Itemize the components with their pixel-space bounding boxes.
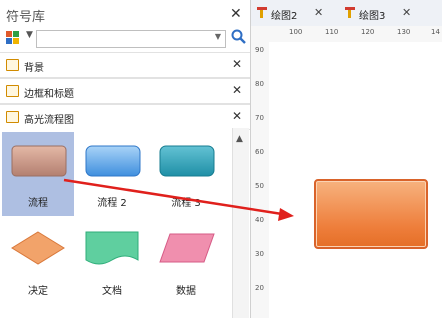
shape-label: 文档 <box>102 286 122 297</box>
category-background[interactable]: 背景 ✕ <box>0 52 250 78</box>
tab-close-button[interactable]: ✕ <box>314 6 323 19</box>
library-scrollbar[interactable]: ▲ <box>232 128 249 318</box>
tab-close-button[interactable]: ✕ <box>402 6 411 19</box>
drawing-icon <box>257 7 267 18</box>
ruler-tick: 120 <box>361 28 375 36</box>
drawing-canvas[interactable] <box>269 42 442 318</box>
symbol-library-panel: 符号库 ✕ ▼ ▼ 背景 ✕ 边框和标题 ✕ 高光流程图 ✕ 流程 流程 2 流… <box>0 0 251 318</box>
tab-label: 绘图3 <box>359 11 386 22</box>
ruler-tick: 80 <box>255 80 264 88</box>
document-shape-preview <box>85 231 139 265</box>
shape-label: 数据 <box>176 286 196 297</box>
document-tabs: 绘图2 ✕ 绘图3 ✕ <box>251 0 442 27</box>
placed-process-shape[interactable] <box>314 179 428 249</box>
shape-document[interactable]: 文档 <box>76 220 148 304</box>
ruler-tick: 70 <box>255 114 264 122</box>
ruler-tick: 90 <box>255 46 264 54</box>
shape-process-3[interactable]: 流程 3 <box>150 132 222 216</box>
process-shape-preview <box>11 145 67 177</box>
ruler-tick: 50 <box>255 182 264 190</box>
library-search-input[interactable]: ▼ <box>36 30 226 48</box>
tab-label: 绘图2 <box>271 11 298 22</box>
shape-label: 决定 <box>28 286 48 297</box>
shape-process-2[interactable]: 流程 2 <box>76 132 148 216</box>
shape-decision[interactable]: 决定 <box>2 220 74 304</box>
drawing-icon <box>345 7 355 18</box>
shape-label: 流程 <box>28 198 48 209</box>
shapes-grid: 流程 流程 2 流程 3 决定 文档 数据 <box>0 126 232 318</box>
tab-drawing-3[interactable]: 绘图3 ✕ <box>345 4 425 24</box>
search-dropdown-icon[interactable]: ▼ <box>215 32 221 41</box>
search-icon[interactable] <box>230 28 248 46</box>
ruler-tick: 110 <box>325 28 339 36</box>
ruler-tick: 130 <box>397 28 411 36</box>
process-3-shape-preview <box>159 145 215 177</box>
horizontal-ruler: 100 110 120 130 14 <box>251 26 442 43</box>
ruler-tick: 20 <box>255 284 264 292</box>
vertical-ruler: 90 80 70 60 50 40 30 20 <box>251 42 270 318</box>
shape-process[interactable]: 流程 <box>2 132 74 216</box>
shape-data[interactable]: 数据 <box>150 220 222 304</box>
document-area: 绘图2 ✕ 绘图3 ✕ 100 110 120 130 14 90 80 70 … <box>251 0 442 318</box>
category-close-button[interactable]: ✕ <box>232 109 242 123</box>
scroll-up-icon[interactable]: ▲ <box>236 134 243 144</box>
shape-label: 流程 3 <box>171 198 201 209</box>
library-menu-icon[interactable] <box>6 31 22 45</box>
category-label: 高光流程图 <box>24 115 74 126</box>
ruler-tick: 30 <box>255 250 264 258</box>
library-close-button[interactable]: ✕ <box>230 6 242 22</box>
category-label: 边框和标题 <box>24 89 74 100</box>
folder-icon <box>6 85 19 97</box>
tab-drawing-2[interactable]: 绘图2 ✕ <box>257 4 337 24</box>
library-header: 符号库 ✕ <box>0 0 250 28</box>
category-close-button[interactable]: ✕ <box>232 57 242 71</box>
shape-label: 流程 2 <box>97 198 127 209</box>
library-title: 符号库 <box>6 10 46 25</box>
folder-icon <box>6 59 19 71</box>
category-borders-titles[interactable]: 边框和标题 ✕ <box>0 78 250 104</box>
category-close-button[interactable]: ✕ <box>232 83 242 97</box>
folder-icon <box>6 111 19 123</box>
ruler-tick: 40 <box>255 216 264 224</box>
data-shape-preview <box>159 233 215 263</box>
process-2-shape-preview <box>85 145 141 177</box>
ruler-tick: 100 <box>289 28 303 36</box>
category-label: 背景 <box>24 63 44 74</box>
library-toolbar: ▼ ▼ <box>4 28 248 50</box>
decision-shape-preview <box>11 231 65 265</box>
library-menu-dropdown-icon[interactable]: ▼ <box>26 30 33 40</box>
ruler-tick: 14 <box>431 28 440 36</box>
ruler-tick: 60 <box>255 148 264 156</box>
